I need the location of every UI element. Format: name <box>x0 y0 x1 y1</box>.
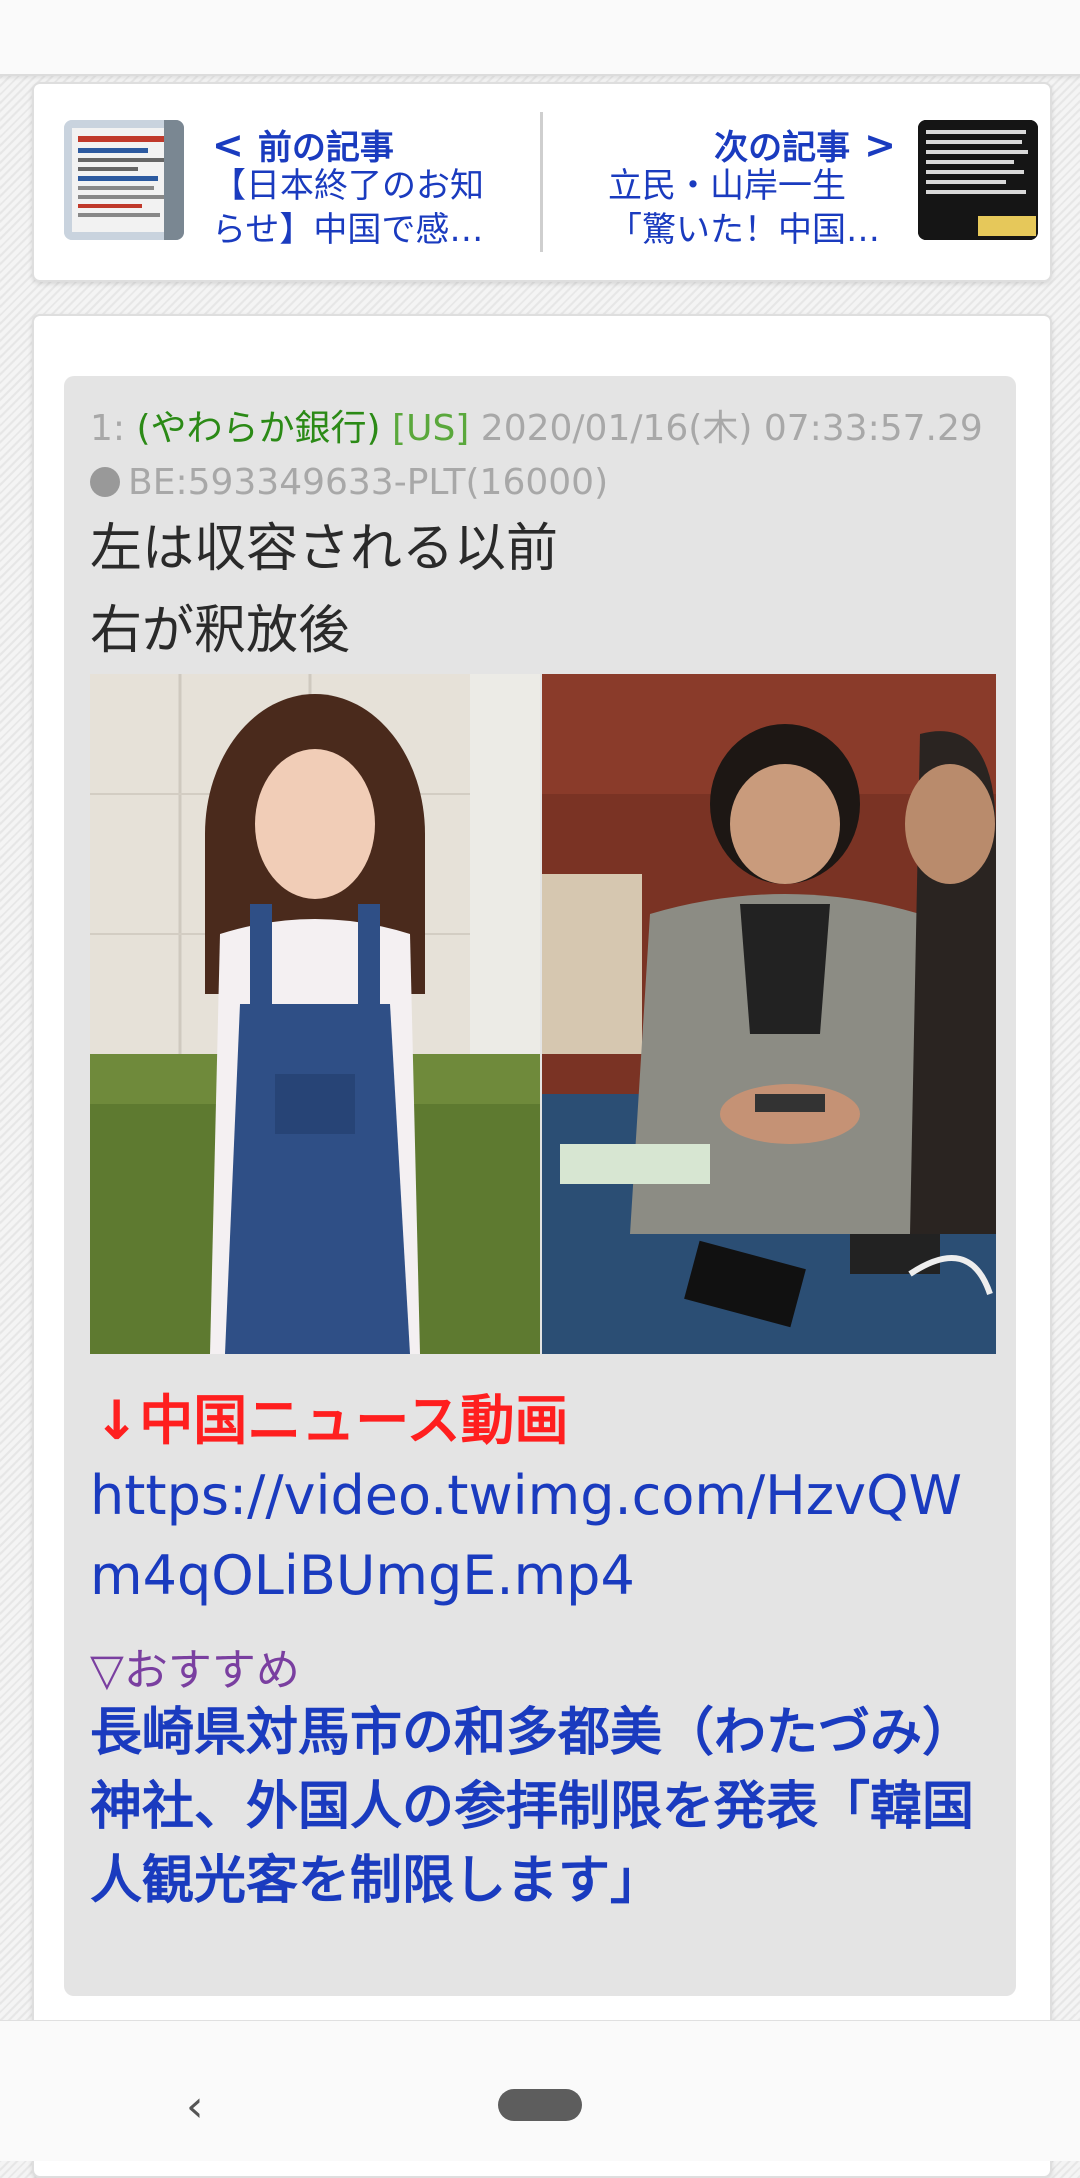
previous-article-heading: < 前の記事 <box>212 120 394 169</box>
video-link[interactable]: https://video.twimg.com/HzvQWm4qOLiBUmgE… <box>90 1456 1000 1616</box>
post-meta: 1: (やわらか銀行) [US] 2020/01/16(木) 07:33:57.… <box>90 402 1000 510</box>
chevron-left-icon: < <box>212 122 244 167</box>
post-content-box: 1: (やわらか銀行) [US] 2020/01/16(木) 07:33:57.… <box>64 376 1016 1996</box>
be-id[interactable]: BE:593349633-PLT(16000) <box>128 462 608 503</box>
next-article-link[interactable]: 次の記事 > 立民・山岸一生「驚いた！中国… <box>545 84 1050 280</box>
post-card: 1: (やわらか銀行) [US] 2020/01/16(木) 07:33:57.… <box>32 314 1052 2178</box>
previous-article-title[interactable]: 【日本終了のお知らせ】中国で感… <box>212 164 512 252</box>
next-article-title[interactable]: 立民・山岸一生「驚いた！中国… <box>608 164 898 252</box>
poster-name: (やわらか銀行) <box>136 408 381 449</box>
video-section-heading: ↓中国ニュース動画 <box>94 1389 569 1452</box>
poster-country: [US] <box>392 408 470 449</box>
back-icon[interactable]: ‹ <box>186 2081 204 2132</box>
post-datetime: 2020/01/16(木) 07:33:57.29 <box>480 408 983 449</box>
top-app-bar <box>0 0 1080 76</box>
system-navigation-bar: ‹ <box>0 2020 1080 2161</box>
home-pill-icon[interactable] <box>498 2089 582 2121</box>
next-label: 次の記事 <box>714 128 851 168</box>
next-article-heading: 次の記事 > <box>714 120 896 169</box>
chevron-right-icon: > <box>864 122 896 167</box>
post-number: 1: <box>90 408 126 449</box>
previous-label: 前の記事 <box>257 128 394 168</box>
comparison-photo[interactable] <box>90 674 996 1354</box>
post-body-line-2: 右が釈放後 <box>90 601 351 661</box>
next-article-thumbnail <box>918 120 1038 240</box>
be-dot-icon <box>90 467 120 497</box>
post-body-line-1: 左は収容される以前 <box>90 519 559 579</box>
previous-article-link[interactable]: < 前の記事 【日本終了のお知らせ】中国で感… <box>34 84 539 280</box>
nav-divider <box>540 112 543 252</box>
article-navigation: < 前の記事 【日本終了のお知らせ】中国で感… 次の記事 > 立民・山岸一生「驚… <box>32 82 1052 282</box>
recommend-label: ▽おすすめ <box>90 1645 300 1696</box>
previous-article-thumbnail <box>64 120 184 240</box>
recommended-article-link[interactable]: 長崎県対馬市の和多都美（わたづみ）神社、外国人の参拝制限を発表「韓国人観光客を制… <box>90 1696 1000 1918</box>
